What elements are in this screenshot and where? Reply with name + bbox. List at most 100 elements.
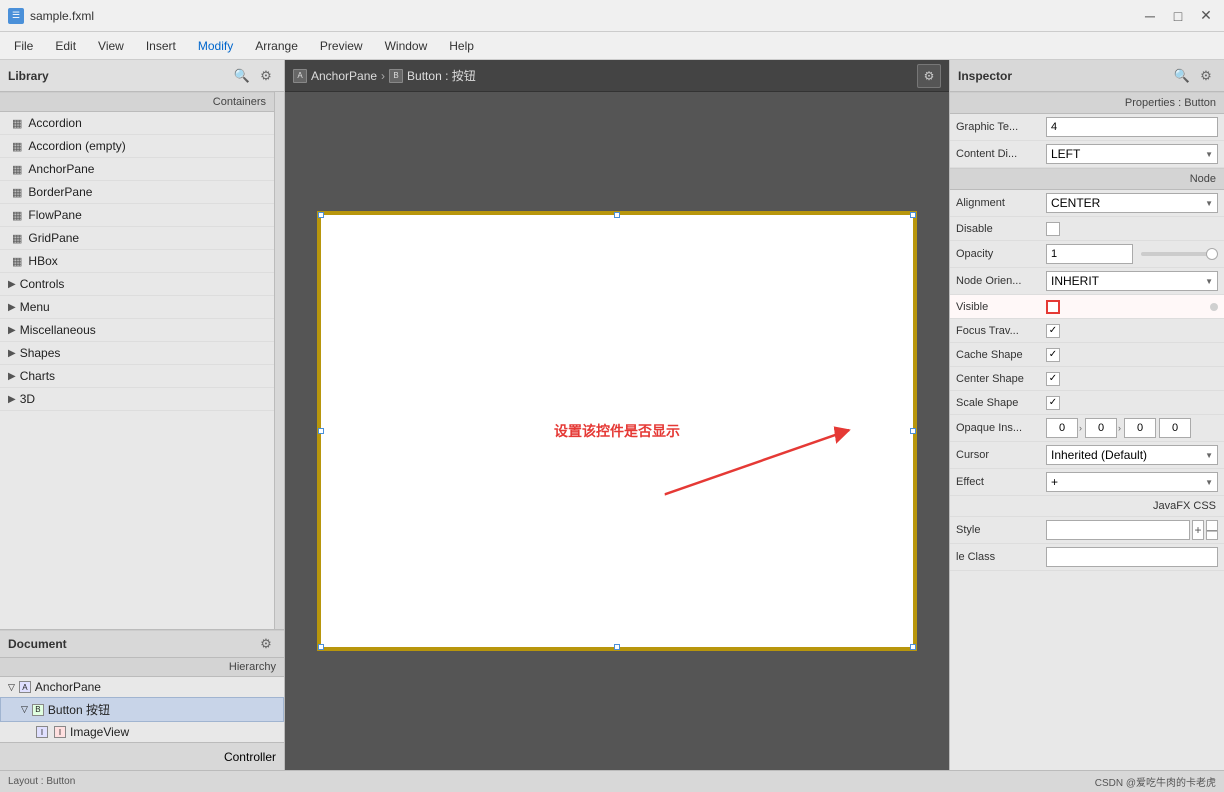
opacity-slider-thumb[interactable] bbox=[1206, 248, 1218, 260]
menu-insert[interactable]: Insert bbox=[136, 36, 186, 56]
section-shapes-label: Shapes bbox=[20, 346, 61, 360]
section-3d[interactable]: ▶ 3D bbox=[0, 388, 274, 411]
handle-bl[interactable] bbox=[318, 644, 324, 650]
lib-item-flowpane[interactable]: ▦ FlowPane bbox=[0, 204, 274, 227]
lib-item-accordion[interactable]: ▦ Accordion bbox=[0, 112, 274, 135]
opaque-ins-3 bbox=[1159, 418, 1191, 438]
alignment-dropdown[interactable]: CENTER ▼ bbox=[1046, 193, 1218, 213]
library-controls[interactable]: 🔍 ⚙ bbox=[232, 66, 276, 86]
inspector-controls[interactable]: 🔍 ⚙ bbox=[1172, 66, 1216, 86]
cursor-dropdown[interactable]: Inherited (Default) ▼ bbox=[1046, 445, 1218, 465]
center-shape-checkbox[interactable]: ✓ bbox=[1046, 372, 1060, 386]
menu-preview[interactable]: Preview bbox=[310, 36, 373, 56]
cache-shape-checkbox[interactable]: ✓ bbox=[1046, 348, 1060, 362]
disable-checkbox[interactable] bbox=[1046, 222, 1060, 236]
lib-item-hbox[interactable]: ▦ HBox bbox=[0, 250, 274, 273]
graphic-text-field[interactable] bbox=[1046, 117, 1218, 137]
hier-imageview[interactable]: I I ImageView bbox=[0, 722, 284, 742]
library-settings-icon[interactable]: ⚙ bbox=[256, 66, 276, 86]
hier-anchorpane[interactable]: ▽ A AnchorPane bbox=[0, 677, 284, 697]
opaque-1-arrow[interactable]: › bbox=[1118, 423, 1121, 433]
style-minus-btn[interactable]: ─ bbox=[1206, 520, 1218, 540]
effect-label: Effect bbox=[956, 476, 1046, 488]
style-class-field[interactable] bbox=[1046, 547, 1218, 567]
menu-help[interactable]: Help bbox=[439, 36, 484, 56]
library-scrollbar[interactable] bbox=[274, 92, 284, 629]
cursor-label: Cursor bbox=[956, 449, 1046, 461]
node-section: Node bbox=[950, 168, 1224, 190]
scale-shape-checkbox[interactable]: ✓ bbox=[1046, 396, 1060, 410]
menu-modify[interactable]: Modify bbox=[188, 36, 243, 56]
inspector-settings-icon[interactable]: ⚙ bbox=[1196, 66, 1216, 86]
annotation-text: 设置该控件是否显示 bbox=[554, 421, 680, 441]
design-canvas: 设置该控件是否显示 bbox=[317, 211, 917, 651]
node-orient-dropdown[interactable]: INHERIT ▼ bbox=[1046, 271, 1218, 291]
bottom-right: CSDN @爱吃牛肉的卡老虎 bbox=[1095, 774, 1216, 789]
lib-item-anchorpane[interactable]: ▦ AnchorPane bbox=[0, 158, 274, 181]
button-expand-icon: ▽ bbox=[21, 704, 28, 715]
lib-item-gridpane[interactable]: ▦ GridPane bbox=[0, 227, 274, 250]
canvas-body[interactable]: 设置该控件是否显示 bbox=[285, 92, 949, 770]
handle-tl[interactable] bbox=[318, 212, 324, 218]
opacity-slider[interactable] bbox=[1141, 252, 1218, 256]
library-search-icon[interactable]: 🔍 bbox=[232, 66, 252, 86]
style-class-row: le Class bbox=[950, 544, 1224, 571]
style-add-btn[interactable]: + bbox=[1192, 520, 1204, 540]
center-shape-label: Center Shape bbox=[956, 373, 1046, 385]
section-menu[interactable]: ▶ Menu bbox=[0, 296, 274, 319]
section-shapes[interactable]: ▶ Shapes bbox=[0, 342, 274, 365]
menu-bar: File Edit View Insert Modify Arrange Pre… bbox=[0, 32, 1224, 60]
lib-item-accordion-empty[interactable]: ▦ Accordion (empty) bbox=[0, 135, 274, 158]
menu-window[interactable]: Window bbox=[375, 36, 438, 56]
menu-view[interactable]: View bbox=[88, 36, 134, 56]
disable-label: Disable bbox=[956, 223, 1046, 235]
controller-label: Controller bbox=[224, 750, 276, 764]
hier-button[interactable]: ▽ B Button 按钮 bbox=[0, 697, 284, 722]
close-button[interactable]: ✕ bbox=[1196, 6, 1216, 26]
section-controls[interactable]: ▶ Controls bbox=[0, 273, 274, 296]
handle-bc[interactable] bbox=[614, 644, 620, 650]
window-controls[interactable]: ─ □ ✕ bbox=[1140, 6, 1216, 26]
opaque-3-field[interactable] bbox=[1159, 418, 1191, 438]
style-field[interactable] bbox=[1046, 520, 1190, 540]
alignment-value: CENTER ▼ bbox=[1046, 193, 1218, 213]
handle-mr[interactable] bbox=[910, 428, 916, 434]
visible-checkbox[interactable] bbox=[1046, 300, 1060, 314]
inspector-search-icon[interactable]: 🔍 bbox=[1172, 66, 1192, 86]
effect-dropdown[interactable]: + ▼ bbox=[1046, 472, 1218, 492]
content-display-dropdown[interactable]: LEFT ▼ bbox=[1046, 144, 1218, 164]
hier-anchorpane-label: AnchorPane bbox=[35, 680, 101, 694]
cursor-val: Inherited (Default) bbox=[1051, 448, 1147, 462]
section-charts[interactable]: ▶ Charts bbox=[0, 365, 274, 388]
controls-arrow: ▶ bbox=[8, 279, 16, 290]
document-settings-icon[interactable]: ⚙ bbox=[256, 634, 276, 654]
document-title: Document bbox=[8, 637, 67, 651]
disable-row: Disable bbox=[950, 217, 1224, 241]
opaque-ins-inputs: › › bbox=[1046, 418, 1218, 438]
opacity-field[interactable] bbox=[1046, 244, 1133, 264]
breadcrumb-anchorpane[interactable]: A AnchorPane bbox=[293, 69, 377, 83]
handle-tr[interactable] bbox=[910, 212, 916, 218]
breadcrumb-button[interactable]: B Button : 按钮 bbox=[389, 67, 476, 84]
menu-arrange[interactable]: Arrange bbox=[245, 36, 308, 56]
opaque-1-field[interactable] bbox=[1085, 418, 1117, 438]
library-title: Library bbox=[8, 69, 49, 83]
handle-tc[interactable] bbox=[614, 212, 620, 218]
hierarchy-header: Hierarchy bbox=[0, 658, 284, 677]
handle-ml[interactable] bbox=[318, 428, 324, 434]
canvas-settings-button[interactable]: ⚙ bbox=[917, 64, 941, 88]
menu-edit[interactable]: Edit bbox=[45, 36, 86, 56]
opaque-0-arrow[interactable]: › bbox=[1079, 423, 1082, 433]
menu-file[interactable]: File bbox=[4, 36, 43, 56]
visible-indicator[interactable] bbox=[1210, 303, 1218, 311]
handle-br[interactable] bbox=[910, 644, 916, 650]
minimize-button[interactable]: ─ bbox=[1140, 6, 1160, 26]
opaque-ins-1: › bbox=[1085, 418, 1121, 438]
lib-item-borderpane[interactable]: ▦ BorderPane bbox=[0, 181, 274, 204]
section-controls-label: Controls bbox=[20, 277, 65, 291]
focus-trav-checkbox[interactable]: ✓ bbox=[1046, 324, 1060, 338]
section-miscellaneous[interactable]: ▶ Miscellaneous bbox=[0, 319, 274, 342]
opaque-2-field[interactable] bbox=[1124, 418, 1156, 438]
opaque-0-field[interactable] bbox=[1046, 418, 1078, 438]
maximize-button[interactable]: □ bbox=[1168, 6, 1188, 26]
